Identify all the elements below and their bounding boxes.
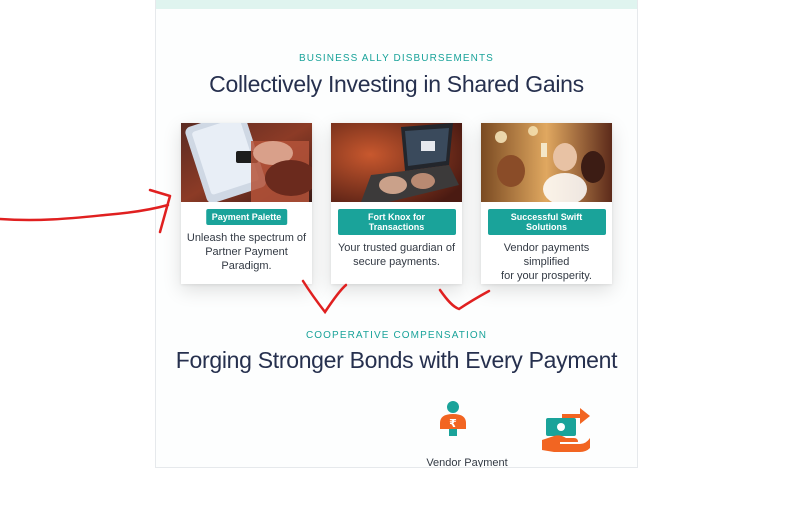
card-description-line: Your trusted guardian of bbox=[337, 242, 455, 254]
cash-transfer-icon bbox=[540, 404, 592, 461]
vendor-payment-label: Vendor Payment bbox=[426, 457, 508, 468]
card-description-line: secure payments. bbox=[353, 256, 440, 268]
card-fort-knox[interactable]: Fort Knox for Transactions Your trusted … bbox=[331, 123, 462, 284]
card-swift-solutions[interactable]: Successful Swift Solutions Vendor paymen… bbox=[481, 123, 612, 284]
card-payment-palette[interactable]: Payment Palette Unleash the spectrum of … bbox=[181, 123, 312, 284]
card-description-line: Vendor payments simplified bbox=[503, 242, 590, 268]
section-eyebrow-disbursements: BUSINESS ALLY DISBURSEMENTS bbox=[299, 53, 494, 64]
section-title-shared-gains: Collectively Investing in Shared Gains bbox=[209, 71, 584, 97]
card-image-phone-payment bbox=[181, 123, 312, 202]
card-description-line: Unleash the spectrum of bbox=[186, 232, 307, 244]
svg-text:₹: ₹ bbox=[449, 417, 457, 430]
card-description-line: Partner Payment Paradigm. bbox=[205, 246, 288, 272]
card-image-laptop-security bbox=[331, 123, 462, 202]
card-description-swift-solutions: Vendor payments simplified for your pros… bbox=[485, 241, 608, 283]
page-content: BUSINESS ALLY DISBURSEMENTS Collectively… bbox=[155, 0, 638, 468]
section-title-stronger-bonds: Forging Stronger Bonds with Every Paymen… bbox=[175, 347, 618, 373]
card-description-payment-palette: Unleash the spectrum of Partner Payment … bbox=[185, 231, 308, 273]
vendor-payment-icon: ₹ bbox=[438, 399, 468, 444]
badge-fort-knox: Fort Knox for Transactions bbox=[337, 209, 456, 235]
card-description-line: for your prosperity. bbox=[501, 270, 592, 282]
card-description-fort-knox: Your trusted guardian of secure payments… bbox=[335, 241, 458, 269]
section-eyebrow-compensation: COOPERATIVE COMPENSATION bbox=[305, 330, 488, 341]
top-banner-strip bbox=[156, 0, 637, 9]
card-image-celebration bbox=[481, 123, 612, 202]
badge-payment-palette: Payment Palette bbox=[205, 209, 288, 225]
badge-swift-solutions: Successful Swift Solutions bbox=[487, 209, 606, 235]
annotation-arrow-shaft bbox=[0, 203, 170, 222]
